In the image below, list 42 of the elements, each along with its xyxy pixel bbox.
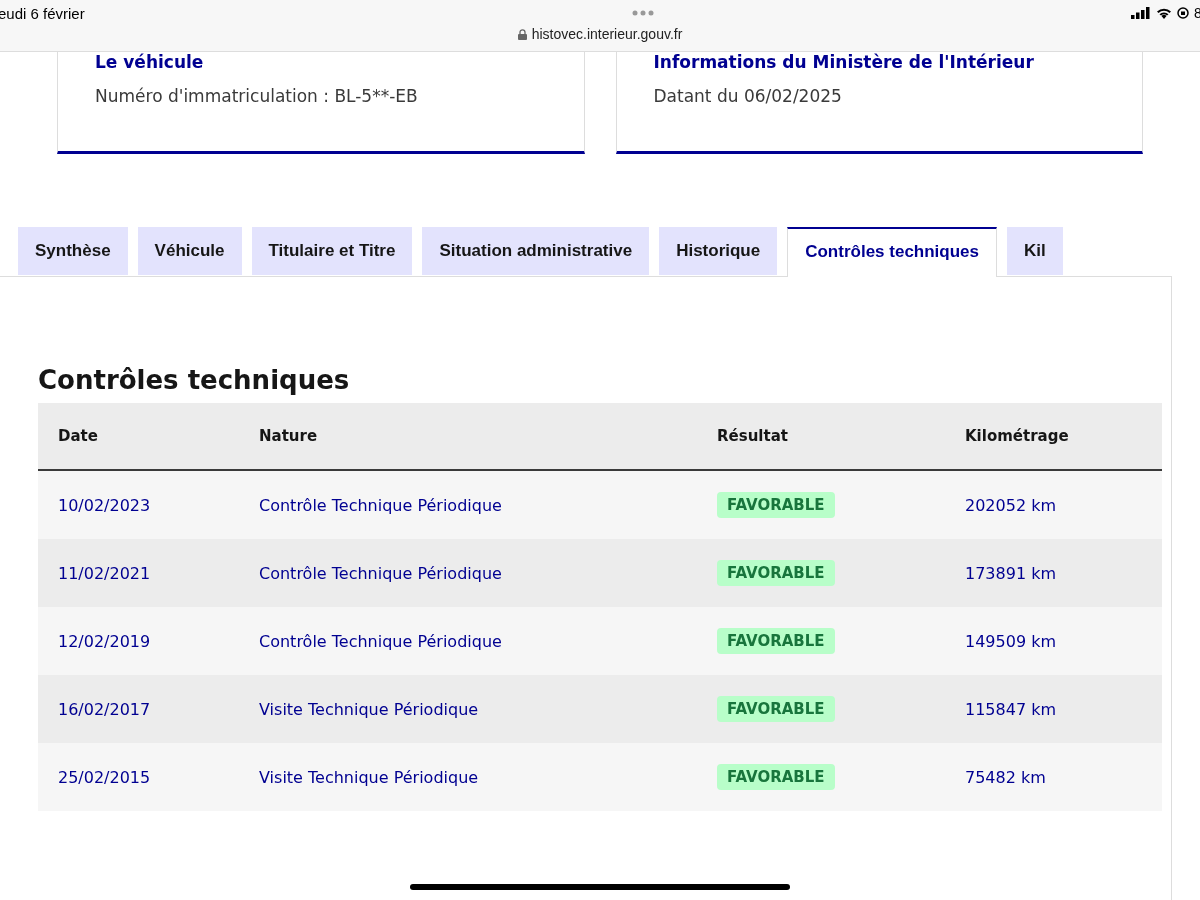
- tab[interactable]: Contrôles techniques: [787, 227, 997, 277]
- table-cell-text: Contrôle Technique Périodique: [258, 495, 503, 515]
- table-cell-text: 115847 km: [964, 699, 1057, 719]
- wifi-icon: [1156, 7, 1172, 19]
- table-cell-text: 173891 km: [964, 563, 1057, 583]
- column-header: Date: [57, 427, 99, 445]
- signal-icon: [1131, 7, 1151, 19]
- result-badge: FAVORABLE: [717, 764, 835, 790]
- lock-icon: [517, 28, 527, 40]
- table-cell-text: 12/02/2019: [57, 631, 152, 651]
- section-title: Contrôles techniques: [38, 365, 351, 397]
- url-text[interactable]: histovec.interieur.gouv.fr: [531, 26, 683, 42]
- table-cell-text: 10/02/2023: [57, 495, 152, 515]
- table-cell-text: 149509 km: [964, 631, 1057, 651]
- table-cell-text: 16/02/2017: [57, 699, 152, 719]
- table-cell-text: Contrôle Technique Périodique: [258, 563, 503, 583]
- result-badge: FAVORABLE: [717, 560, 835, 586]
- tab[interactable]: Titulaire et Titre: [251, 227, 413, 275]
- card-text: Numéro d'immatriculation : BL-5**-EB: [95, 86, 419, 106]
- column-header: Kilométrage: [964, 427, 1070, 445]
- table-cell-text: 11/02/2021: [57, 563, 152, 583]
- result-badge: FAVORABLE: [717, 492, 835, 518]
- more-icon[interactable]: [631, 10, 654, 16]
- result-badge: FAVORABLE: [717, 696, 835, 722]
- table-cell-text: Visite Technique Périodique: [258, 767, 480, 787]
- tab[interactable]: Historique: [659, 227, 778, 275]
- card-text: Datant du 06/02/2025: [653, 86, 843, 106]
- table-cell-text: 75482 km: [964, 767, 1047, 787]
- table-cell-text: Visite Technique Périodique: [258, 699, 480, 719]
- tab[interactable]: Synthèse: [18, 227, 128, 275]
- card-title: Informations du Ministère de l'Intérieur: [653, 52, 1035, 72]
- result-badge: FAVORABLE: [717, 628, 835, 654]
- orientation-lock-icon: [1177, 7, 1189, 19]
- column-header: Nature: [258, 427, 319, 445]
- card-title: Le véhicule: [95, 52, 205, 72]
- tab[interactable]: Situation administrative: [422, 227, 650, 275]
- table-cell-text: Contrôle Technique Périodique: [258, 631, 503, 651]
- tab[interactable]: Véhicule: [137, 227, 242, 275]
- column-header: Résultat: [716, 427, 789, 445]
- tab[interactable]: Kil: [1007, 227, 1063, 275]
- table-cell-text: 25/02/2015: [57, 767, 152, 787]
- table-cell-text: 202052 km: [964, 495, 1057, 515]
